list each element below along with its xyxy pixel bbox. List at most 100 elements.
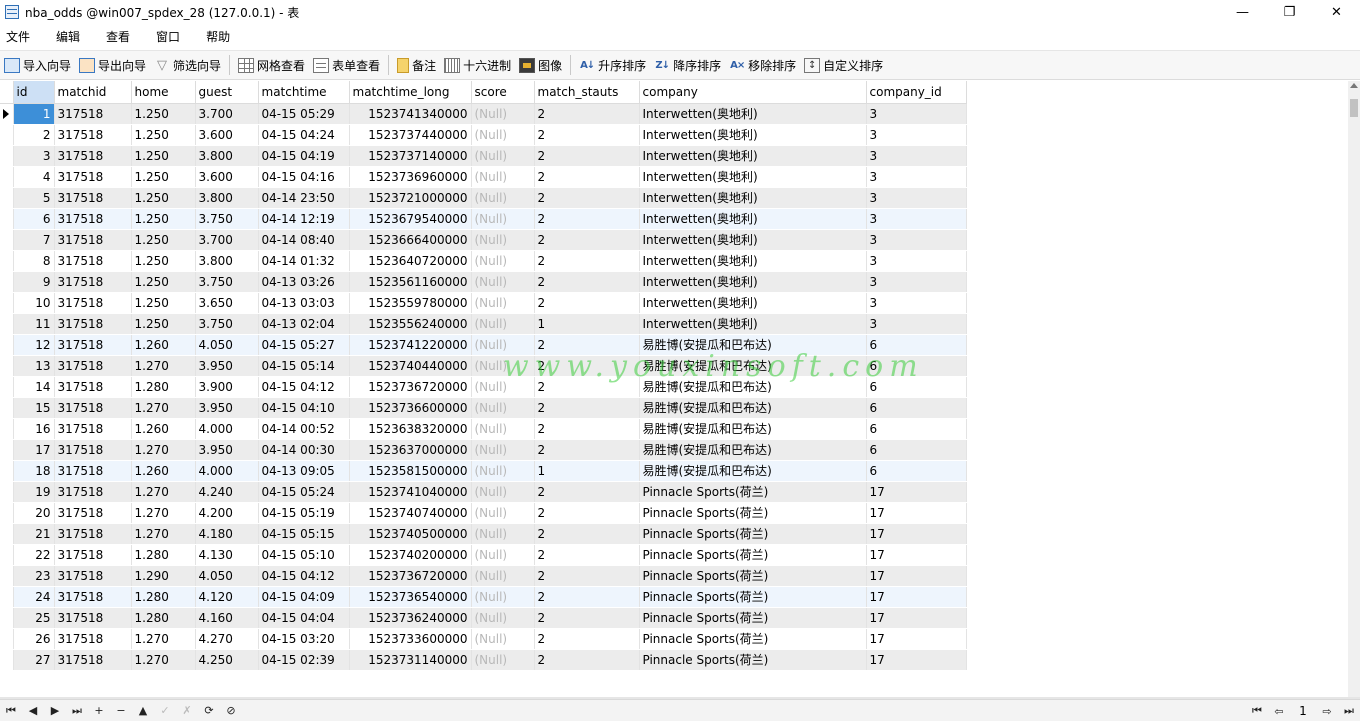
row-indicator[interactable] (0, 607, 14, 629)
cell-match-stauts[interactable]: 2 (534, 544, 640, 566)
table-row[interactable]: 3 317518 1.250 3.800 04-15 04:19 152373714000… (0, 145, 967, 167)
cell-match-stauts[interactable]: 2 (534, 292, 640, 314)
cell-matchtime-long[interactable]: 1523736540000 (349, 586, 472, 608)
cell-matchid[interactable]: 317518 (54, 565, 132, 587)
image-button[interactable]: 图像 (515, 53, 566, 77)
cell-score[interactable]: (Null) (471, 103, 535, 125)
cell-matchid[interactable]: 317518 (54, 502, 132, 524)
cell-company-id[interactable]: 3 (866, 103, 967, 125)
cell-company[interactable]: Pinnacle Sports(荷兰) (639, 649, 867, 671)
row-indicator[interactable] (0, 103, 14, 125)
cell-home[interactable]: 1.270 (131, 649, 196, 671)
hex-button[interactable]: 十六进制 (440, 53, 515, 77)
cell-company-id[interactable]: 17 (866, 523, 967, 545)
cell-company[interactable]: Pinnacle Sports(荷兰) (639, 523, 867, 545)
cell-match-stauts[interactable]: 2 (534, 481, 640, 503)
cell-company-id[interactable]: 6 (866, 397, 967, 419)
cell-company-id[interactable]: 3 (866, 145, 967, 167)
cell-score[interactable]: (Null) (471, 565, 535, 587)
cell-home[interactable]: 1.260 (131, 418, 196, 440)
cell-id[interactable]: 8 (13, 250, 55, 272)
move-up-button[interactable]: ▲ (132, 701, 154, 721)
cell-guest[interactable]: 4.050 (195, 334, 259, 356)
table-row[interactable]: 11 317518 1.250 3.750 04-13 02:04 15235562400… (0, 313, 967, 335)
table-row[interactable]: 1 317518 1.250 3.700 04-15 05:29 152374134000… (0, 103, 967, 125)
table-row[interactable]: 17 317518 1.270 3.950 04-14 00:30 15236370000… (0, 439, 967, 461)
cell-matchtime-long[interactable]: 1523740500000 (349, 523, 472, 545)
cell-matchid[interactable]: 317518 (54, 187, 132, 209)
column-header-company[interactable]: company (639, 81, 867, 104)
cell-match-stauts[interactable]: 2 (534, 355, 640, 377)
cell-match-stauts[interactable]: 2 (534, 334, 640, 356)
cell-company[interactable]: 易胜博(安提瓜和巴布达) (639, 439, 867, 461)
cell-match-stauts[interactable]: 2 (534, 145, 640, 167)
prev-record-button[interactable]: ◀ (22, 701, 44, 721)
cell-company-id[interactable]: 17 (866, 607, 967, 629)
table-row[interactable]: 4 317518 1.250 3.600 04-15 04:16 152373696000… (0, 166, 967, 188)
cell-matchid[interactable]: 317518 (54, 103, 132, 125)
column-header-matchid[interactable]: matchid (54, 81, 132, 104)
table-row[interactable]: 19 317518 1.270 4.240 04-15 05:24 15237410400… (0, 481, 967, 503)
cell-home[interactable]: 1.280 (131, 376, 196, 398)
table-row[interactable]: 10 317518 1.250 3.650 04-13 03:03 15235597800… (0, 292, 967, 314)
cell-matchtime-long[interactable]: 1523740440000 (349, 355, 472, 377)
import-wizard-button[interactable]: 导入向导 (0, 53, 75, 77)
cell-company-id[interactable]: 6 (866, 355, 967, 377)
first-record-button[interactable]: ⏮ (0, 701, 22, 721)
cell-match-stauts[interactable]: 2 (534, 208, 640, 230)
row-indicator[interactable] (0, 376, 14, 398)
cell-matchid[interactable]: 317518 (54, 586, 132, 608)
cell-score[interactable]: (Null) (471, 418, 535, 440)
cell-match-stauts[interactable]: 2 (534, 418, 640, 440)
cell-score[interactable]: (Null) (471, 439, 535, 461)
cell-home[interactable]: 1.280 (131, 586, 196, 608)
minimize-button[interactable]: — (1219, 0, 1266, 24)
cell-company[interactable]: 易胜博(安提瓜和巴布达) (639, 418, 867, 440)
cell-matchtime[interactable]: 04-13 03:26 (258, 271, 350, 293)
row-indicator[interactable] (0, 502, 14, 524)
prev-page-button[interactable]: ⇦ (1268, 701, 1290, 721)
cell-company[interactable]: Pinnacle Sports(荷兰) (639, 565, 867, 587)
cell-matchtime-long[interactable]: 1523638320000 (349, 418, 472, 440)
cell-matchtime[interactable]: 04-15 04:12 (258, 565, 350, 587)
table-row[interactable]: 7 317518 1.250 3.700 04-14 08:40 152366640000… (0, 229, 967, 251)
menu-help[interactable]: 帮助 (200, 28, 237, 45)
table-row[interactable]: 12 317518 1.260 4.050 04-15 05:27 15237412200… (0, 334, 967, 356)
form-view-button[interactable]: 表单查看 (309, 53, 384, 77)
table-row[interactable]: 2 317518 1.250 3.600 04-15 04:24 152373744000… (0, 124, 967, 146)
cell-matchtime[interactable]: 04-15 02:39 (258, 649, 350, 671)
row-indicator[interactable] (0, 208, 14, 230)
column-header-matchtime-long[interactable]: matchtime_long (349, 81, 472, 104)
cell-score[interactable]: (Null) (471, 166, 535, 188)
cell-company-id[interactable]: 3 (866, 292, 967, 314)
row-indicator[interactable] (0, 292, 14, 314)
cell-guest[interactable]: 3.700 (195, 103, 259, 125)
table-row[interactable]: 20 317518 1.270 4.200 04-15 05:19 15237407400… (0, 502, 967, 524)
cell-score[interactable]: (Null) (471, 523, 535, 545)
apply-changes-button[interactable]: ✓ (154, 701, 176, 721)
cell-match-stauts[interactable]: 2 (534, 397, 640, 419)
cell-company[interactable]: Pinnacle Sports(荷兰) (639, 502, 867, 524)
cell-matchtime-long[interactable]: 1523736240000 (349, 607, 472, 629)
table-row[interactable]: 9 317518 1.250 3.750 04-13 03:26 152356116000… (0, 271, 967, 293)
cell-matchid[interactable]: 317518 (54, 376, 132, 398)
cell-company[interactable]: Interwetten(奥地利) (639, 124, 867, 146)
cell-matchtime-long[interactable]: 1523741340000 (349, 103, 472, 125)
cell-company[interactable]: 易胜博(安提瓜和巴布达) (639, 334, 867, 356)
cell-matchtime[interactable]: 04-15 03:20 (258, 628, 350, 650)
cell-company-id[interactable]: 6 (866, 439, 967, 461)
cell-guest[interactable]: 3.800 (195, 187, 259, 209)
cell-guest[interactable]: 4.000 (195, 418, 259, 440)
next-page-button[interactable]: ⇨ (1316, 701, 1338, 721)
cell-matchtime[interactable]: 04-14 12:19 (258, 208, 350, 230)
cell-matchid[interactable]: 317518 (54, 460, 132, 482)
table-row[interactable]: 18 317518 1.260 4.000 04-13 09:05 15235815000… (0, 460, 967, 482)
cell-matchtime[interactable]: 04-15 05:27 (258, 334, 350, 356)
cell-guest[interactable]: 3.950 (195, 355, 259, 377)
cell-company-id[interactable]: 17 (866, 481, 967, 503)
cell-id[interactable]: 13 (13, 355, 55, 377)
cell-guest[interactable]: 3.600 (195, 124, 259, 146)
cell-company-id[interactable]: 6 (866, 460, 967, 482)
cell-matchid[interactable]: 317518 (54, 250, 132, 272)
cell-matchtime-long[interactable]: 1523556240000 (349, 313, 472, 335)
